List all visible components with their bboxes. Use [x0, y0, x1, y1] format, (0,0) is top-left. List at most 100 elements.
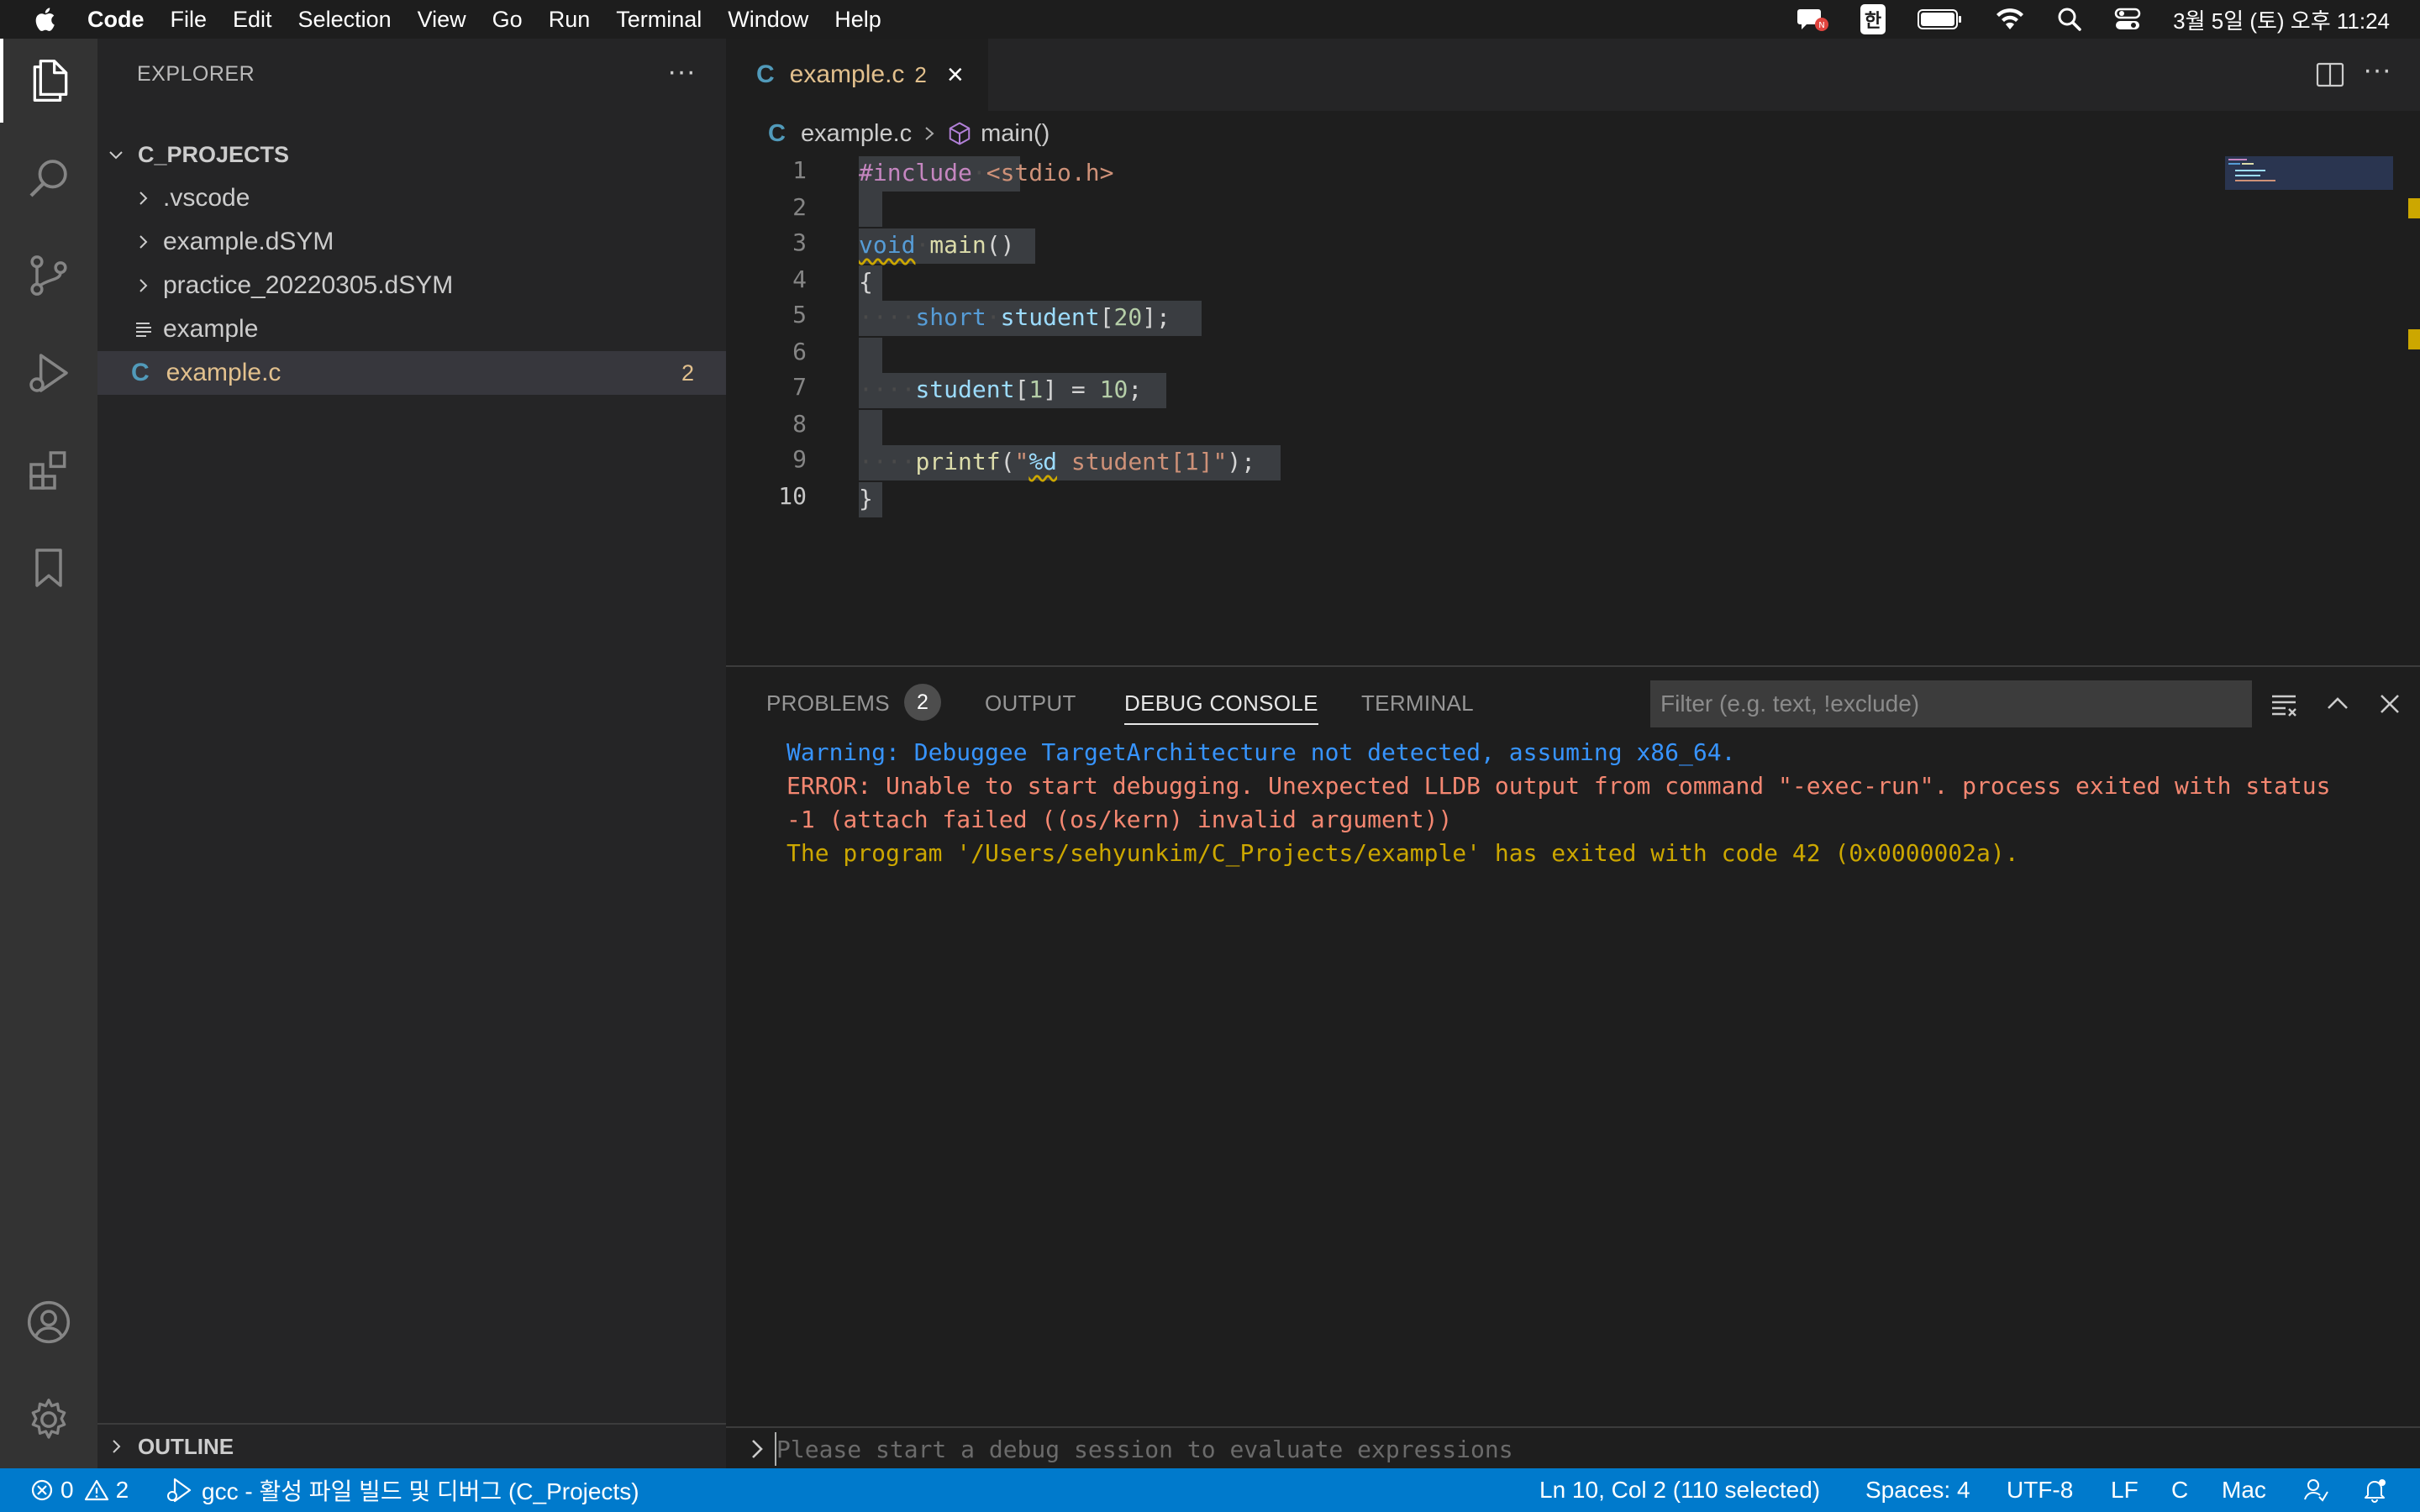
indent-guide: ··· — [859, 448, 902, 475]
whitespace: · — [901, 448, 916, 475]
selection-highlight — [859, 410, 882, 445]
tree-item-label: example — [163, 315, 259, 343]
breadcrumb-file[interactable]: example.c — [801, 120, 912, 148]
explorer-more-actions-button[interactable]: ··· — [667, 55, 696, 88]
activity-bar — [0, 39, 97, 1468]
code-token: 1 — [1028, 375, 1044, 403]
tab-output[interactable]: OUTPUT — [985, 690, 1076, 717]
apple-icon[interactable] — [32, 5, 60, 34]
folder-root[interactable]: C_PROJECTS — [97, 133, 726, 176]
breadcrumb: C example.c main() — [726, 111, 2420, 156]
menu-go[interactable]: Go — [492, 7, 523, 33]
bell-icon — [2365, 1479, 2386, 1503]
notifications-status[interactable] — [2361, 1468, 2388, 1512]
code-token: short — [915, 303, 986, 331]
source-control-activity[interactable] — [0, 234, 97, 318]
run-debug-activity[interactable] — [0, 331, 97, 415]
indentation-status[interactable]: Spaces: 4 — [1865, 1468, 1970, 1512]
tree-item-example-c[interactable]: C example.c 2 — [97, 351, 726, 395]
close-panel-icon[interactable] — [2375, 689, 2405, 719]
language-status[interactable]: C — [2171, 1468, 2188, 1512]
debug-expression-input[interactable] — [775, 1432, 2371, 1466]
accounts-activity[interactable] — [0, 1280, 97, 1364]
debug-config-status[interactable]: gcc - 활성 파일 빌드 및 디버그 (C_Projects) — [165, 1468, 639, 1512]
warning-icon — [84, 1479, 108, 1501]
line-number: 3 — [792, 228, 807, 256]
explorer-sidebar: EXPLORER ··· C_PROJECTS .vscode example.… — [97, 39, 726, 1468]
console-filter-input[interactable] — [1650, 680, 2252, 727]
chevron-right-icon — [139, 235, 148, 249]
extensions-activity[interactable] — [0, 428, 97, 512]
tab-terminal[interactable]: TERMINAL — [1361, 690, 1474, 717]
line-number: 5 — [792, 301, 807, 328]
chevron-right-icon — [752, 1440, 763, 1458]
line-number: 8 — [792, 410, 807, 438]
menu-terminal[interactable]: Terminal — [616, 7, 702, 33]
cursor-position[interactable]: Ln 10, Col 2 (110 selected) — [1539, 1468, 1820, 1512]
menu-run[interactable]: Run — [549, 7, 591, 33]
code-editor[interactable]: 1 2 3 4 5 6 7 8 9 10 #include·<stdio.h> … — [726, 156, 2420, 665]
outline-section[interactable]: OUTLINE — [97, 1423, 726, 1468]
menu-window[interactable]: Window — [728, 7, 808, 33]
maximize-panel-icon[interactable] — [2323, 689, 2353, 719]
problems-status[interactable]: 0 2 — [30, 1468, 129, 1512]
manage-activity[interactable] — [0, 1378, 97, 1462]
chevron-right-icon — [113, 1440, 121, 1453]
tree-item-example[interactable]: example — [97, 307, 726, 351]
feedback-status[interactable] — [2302, 1468, 2329, 1512]
c-file-icon: C — [131, 359, 150, 386]
clear-console-icon[interactable] — [2269, 689, 2299, 719]
menu-app-name[interactable]: Code — [87, 7, 145, 33]
menubar-clock[interactable]: 3월 5일 (토) 오후 11:24 — [2173, 4, 2390, 35]
code-token: student — [915, 375, 1015, 403]
wifi-icon[interactable] — [1995, 7, 2025, 32]
search-activity[interactable] — [0, 136, 97, 220]
console-warning-line: Warning: Debuggee TargetArchitecture not… — [786, 738, 1736, 766]
console-info-line: The program '/Users/sehyunkim/C_Projects… — [786, 839, 2019, 867]
indent-guide: ··· — [859, 303, 902, 331]
folder-root-label: C_PROJECTS — [138, 141, 290, 167]
control-center-icon[interactable] — [2114, 7, 2141, 32]
line-number: 2 — [792, 193, 807, 221]
close-tab-button[interactable]: × — [947, 59, 964, 92]
encoding-status[interactable]: UTF-8 — [2007, 1468, 2073, 1512]
code-line-5: ····short·student[20]; — [859, 301, 1171, 334]
input-method-label: 한 — [1860, 4, 1886, 34]
code-token: <stdio.h> — [986, 159, 1114, 186]
battery-icon[interactable] — [1918, 7, 1963, 32]
menu-selection[interactable]: Selection — [298, 7, 392, 33]
code-line-7: ····student[1] = 10; — [859, 373, 1142, 407]
eol-status[interactable]: LF — [2111, 1468, 2139, 1512]
outline-label: OUTLINE — [138, 1433, 234, 1459]
macos-menubar: Code File Edit Selection View Go Run Ter… — [0, 0, 2420, 39]
explorer-activity[interactable] — [0, 39, 97, 123]
editor-more-actions-button[interactable]: ··· — [2363, 54, 2391, 87]
tree-item-example-dsym[interactable]: example.dSYM — [97, 220, 726, 264]
line-number: 4 — [792, 265, 807, 293]
line-number: 1 — [792, 156, 807, 184]
selection-highlight — [859, 192, 882, 227]
tree-item-label: example.dSYM — [163, 228, 334, 255]
tree-item-practice-dsym[interactable]: practice_20220305.dSYM — [97, 264, 726, 307]
tab-example-c[interactable]: C example.c 2 × — [726, 39, 988, 111]
tab-problems[interactable]: PROBLEMS — [766, 690, 890, 717]
bookmarks-activity[interactable] — [0, 526, 97, 610]
menu-file[interactable]: File — [171, 7, 208, 33]
chat-notification-icon[interactable]: N — [1797, 7, 1828, 32]
tab-debug-console[interactable]: DEBUG CONSOLE — [1124, 690, 1318, 725]
split-editor-icon[interactable] — [2316, 60, 2344, 89]
input-method-indicator[interactable]: 한 — [1860, 4, 1886, 34]
source-control-icon — [30, 255, 67, 296]
minimap[interactable] — [2225, 156, 2393, 190]
tree-item-label: .vscode — [163, 184, 250, 212]
run-debug-icon — [29, 354, 68, 392]
tree-item-vscode[interactable]: .vscode — [97, 176, 726, 220]
code-token: [ — [1099, 303, 1114, 331]
spotlight-search-icon[interactable] — [2057, 7, 2082, 32]
menu-edit[interactable]: Edit — [233, 7, 272, 33]
code-line-4: { — [859, 268, 873, 296]
platform-status[interactable]: Mac — [2222, 1468, 2266, 1512]
breadcrumb-symbol[interactable]: main() — [981, 120, 1050, 148]
menu-help[interactable]: Help — [834, 7, 881, 33]
menu-view[interactable]: View — [418, 7, 466, 33]
